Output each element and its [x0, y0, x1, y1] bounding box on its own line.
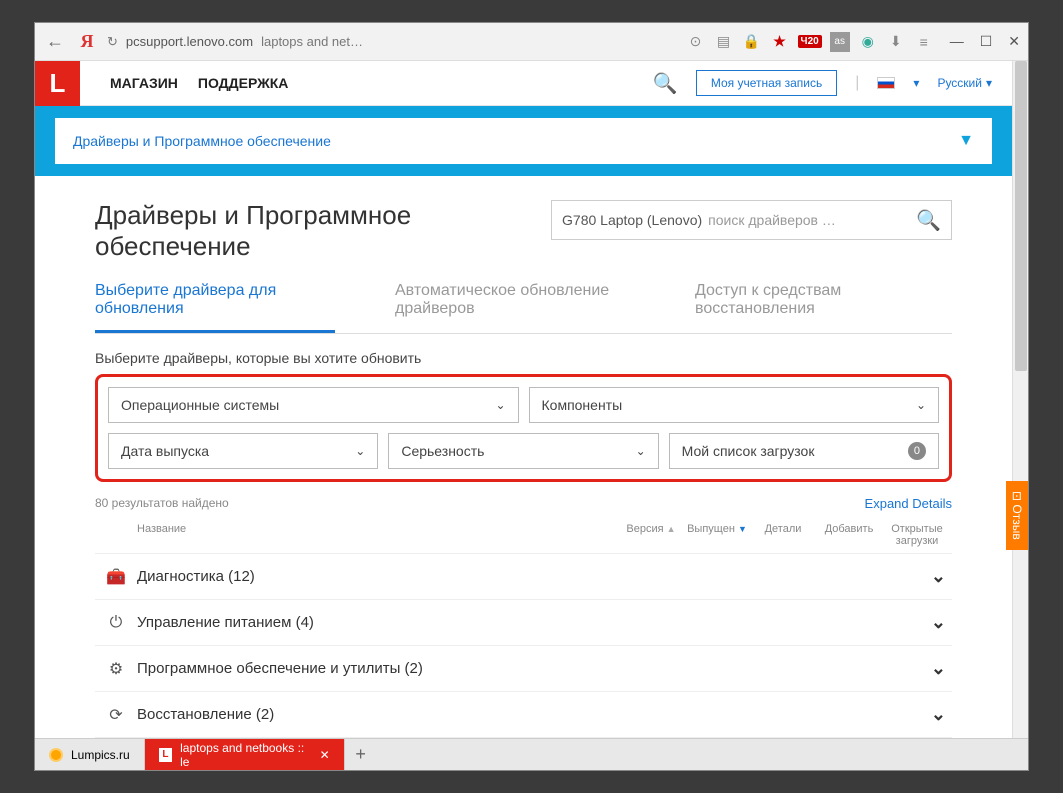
band-chevron-icon: ▼: [958, 132, 974, 150]
yandex-logo[interactable]: Я: [75, 30, 99, 54]
favicon-lumpics: [49, 748, 63, 762]
search-product: G780 Laptop (Lenovo): [562, 212, 702, 228]
row-name: Программное обеспечение и утилиты (2): [137, 660, 922, 677]
feedback-tab[interactable]: ⊡ Отзыв: [1006, 481, 1028, 550]
filter-date[interactable]: Дата выпуска⌄: [108, 433, 378, 469]
tab-recovery[interactable]: Доступ к средствам восстановления: [695, 282, 935, 333]
page-title-text: laptops and net…: [261, 34, 363, 49]
close-button[interactable]: ✕: [1008, 33, 1020, 50]
browser-window: ← Я ↻ pcsupport.lenovo.com laptops and n…: [34, 22, 1029, 771]
header-search-icon[interactable]: 🔍: [653, 71, 678, 96]
scrollbar-thumb[interactable]: [1015, 61, 1027, 371]
browser-tab-2[interactable]: L laptops and netbooks :: le ✕: [145, 739, 345, 770]
toolbar-icons: ⊙ ▤ 🔒 ★ Ч20 as ◉ ⬇ ≡: [686, 32, 934, 52]
table-row[interactable]: ⏻Управление питанием (4)⌄: [95, 600, 952, 646]
col-version[interactable]: Версия ▲: [618, 523, 684, 547]
category-band: Драйверы и Программное обеспечение ▼: [35, 106, 1012, 176]
tab-manual-update[interactable]: Выберите драйвера для обновления: [95, 282, 335, 333]
address-bar[interactable]: ↻ pcsupport.lenovo.com laptops and net…: [107, 34, 678, 50]
flag-icon[interactable]: [877, 77, 895, 89]
row-icon: ⚙: [95, 659, 137, 679]
back-button[interactable]: ←: [43, 30, 67, 54]
category-dropdown[interactable]: Драйверы и Программное обеспечение ▼: [55, 118, 992, 164]
browser-tab-1[interactable]: Lumpics.ru: [35, 739, 145, 770]
extension-badge[interactable]: Ч20: [798, 35, 822, 48]
window-controls: — ☐ ✕: [950, 33, 1020, 50]
header-right: 🔍 Моя учетная запись | ▾ Русский ▾: [653, 70, 992, 96]
search-placeholder: поиск драйверов …: [708, 212, 916, 228]
chevron-down-icon[interactable]: ⌄: [922, 658, 952, 679]
zoom-icon[interactable]: ⊙: [686, 32, 706, 52]
filter-panel: Операционные системы⌄ Компоненты⌄ Дата в…: [95, 374, 952, 482]
browser-toolbar: ← Я ↻ pcsupport.lenovo.com laptops and n…: [35, 23, 1028, 61]
vertical-scrollbar[interactable]: [1012, 61, 1028, 738]
col-open: Открытые загрузки: [882, 523, 952, 547]
lastfm-icon[interactable]: as: [830, 32, 850, 52]
row-icon: ⏻: [95, 614, 137, 632]
flag-chevron-icon[interactable]: ▾: [913, 76, 919, 90]
col-add: Добавить: [816, 523, 882, 547]
download-icon[interactable]: ⬇: [886, 32, 906, 52]
col-name: Название: [137, 523, 618, 547]
row-name: Управление питанием (4): [137, 614, 922, 631]
page-heading: Драйверы и Программное обеспечение: [95, 200, 551, 262]
tab-auto-update[interactable]: Автоматическое обновление драйверов: [395, 282, 635, 333]
download-count-badge: 0: [908, 442, 926, 460]
row-icon: ⟳: [95, 705, 137, 725]
chevron-down-icon[interactable]: ⌄: [922, 612, 952, 633]
language-select[interactable]: Русский ▾: [937, 76, 992, 90]
row-name: Восстановление (2): [137, 706, 922, 723]
table-row[interactable]: ⟳Восстановление (2)⌄: [95, 692, 952, 738]
results-meta: 80 результатов найдено Expand Details: [95, 496, 952, 511]
results-count: 80 результатов найдено: [95, 496, 229, 511]
page-content: L МАГАЗИН ПОДДЕРЖКА 🔍 Моя учетная запись…: [35, 61, 1012, 738]
content-tabs: Выберите драйвера для обновления Автомат…: [95, 282, 952, 334]
chevron-down-icon[interactable]: ⌄: [922, 566, 952, 587]
favicon-lenovo: L: [159, 748, 172, 762]
filter-components[interactable]: Компоненты⌄: [529, 387, 940, 423]
new-tab-button[interactable]: +: [345, 739, 377, 770]
table-row[interactable]: ⚙Программное обеспечение и утилиты (2)⌄: [95, 646, 952, 692]
search-icon[interactable]: 🔍: [916, 208, 941, 233]
site-header: L МАГАЗИН ПОДДЕРЖКА 🔍 Моя учетная запись…: [35, 61, 1012, 106]
minimize-button[interactable]: —: [950, 33, 964, 50]
sync-icon[interactable]: ◉: [858, 32, 878, 52]
col-released[interactable]: Выпущен ▼: [684, 523, 750, 547]
filter-severity[interactable]: Серьезность⌄: [388, 433, 658, 469]
account-button[interactable]: Моя учетная запись: [696, 70, 837, 96]
page-viewport: L МАГАЗИН ПОДДЕРЖКА 🔍 Моя учетная запись…: [35, 61, 1028, 738]
nav-store[interactable]: МАГАЗИН: [110, 75, 178, 91]
col-details: Детали: [750, 523, 816, 547]
maximize-button[interactable]: ☐: [980, 33, 993, 50]
table-row[interactable]: 🧰Диагностика (12)⌄: [95, 554, 952, 600]
nav-support[interactable]: ПОДДЕРЖКА: [198, 75, 289, 91]
filter-os[interactable]: Операционные системы⌄: [108, 387, 519, 423]
tab-1-title: Lumpics.ru: [71, 748, 130, 762]
url-text: pcsupport.lenovo.com: [126, 34, 253, 49]
download-list[interactable]: Мой список загрузок0: [669, 433, 939, 469]
filter-subtitle: Выберите драйверы, которые вы хотите обн…: [95, 350, 952, 366]
primary-nav: МАГАЗИН ПОДДЕРЖКА: [110, 75, 653, 91]
row-icon: 🧰: [95, 567, 137, 587]
main-content: Драйверы и Программное обеспечение G780 …: [35, 176, 1012, 738]
reload-icon[interactable]: ↻: [107, 34, 118, 50]
tab-close-icon[interactable]: ✕: [320, 748, 330, 762]
row-name: Диагностика (12): [137, 568, 922, 585]
lenovo-logo[interactable]: L: [35, 61, 80, 106]
translate-icon[interactable]: ▤: [714, 32, 734, 52]
menu-icon[interactable]: ≡: [914, 32, 934, 52]
table-header: Название Версия ▲ Выпущен ▼ Детали Добав…: [95, 517, 952, 554]
driver-search[interactable]: G780 Laptop (Lenovo) поиск драйверов … 🔍: [551, 200, 952, 240]
bookmark-icon[interactable]: ★: [770, 32, 790, 52]
results-list: 🧰Диагностика (12)⌄⏻Управление питанием (…: [95, 554, 952, 738]
browser-tabstrip: Lumpics.ru L laptops and netbooks :: le …: [35, 738, 1028, 770]
band-label: Драйверы и Программное обеспечение: [73, 133, 331, 149]
expand-details-link[interactable]: Expand Details: [865, 496, 952, 511]
lock-icon[interactable]: 🔒: [742, 32, 762, 52]
chevron-down-icon[interactable]: ⌄: [922, 704, 952, 725]
tab-2-title: laptops and netbooks :: le: [180, 741, 311, 769]
